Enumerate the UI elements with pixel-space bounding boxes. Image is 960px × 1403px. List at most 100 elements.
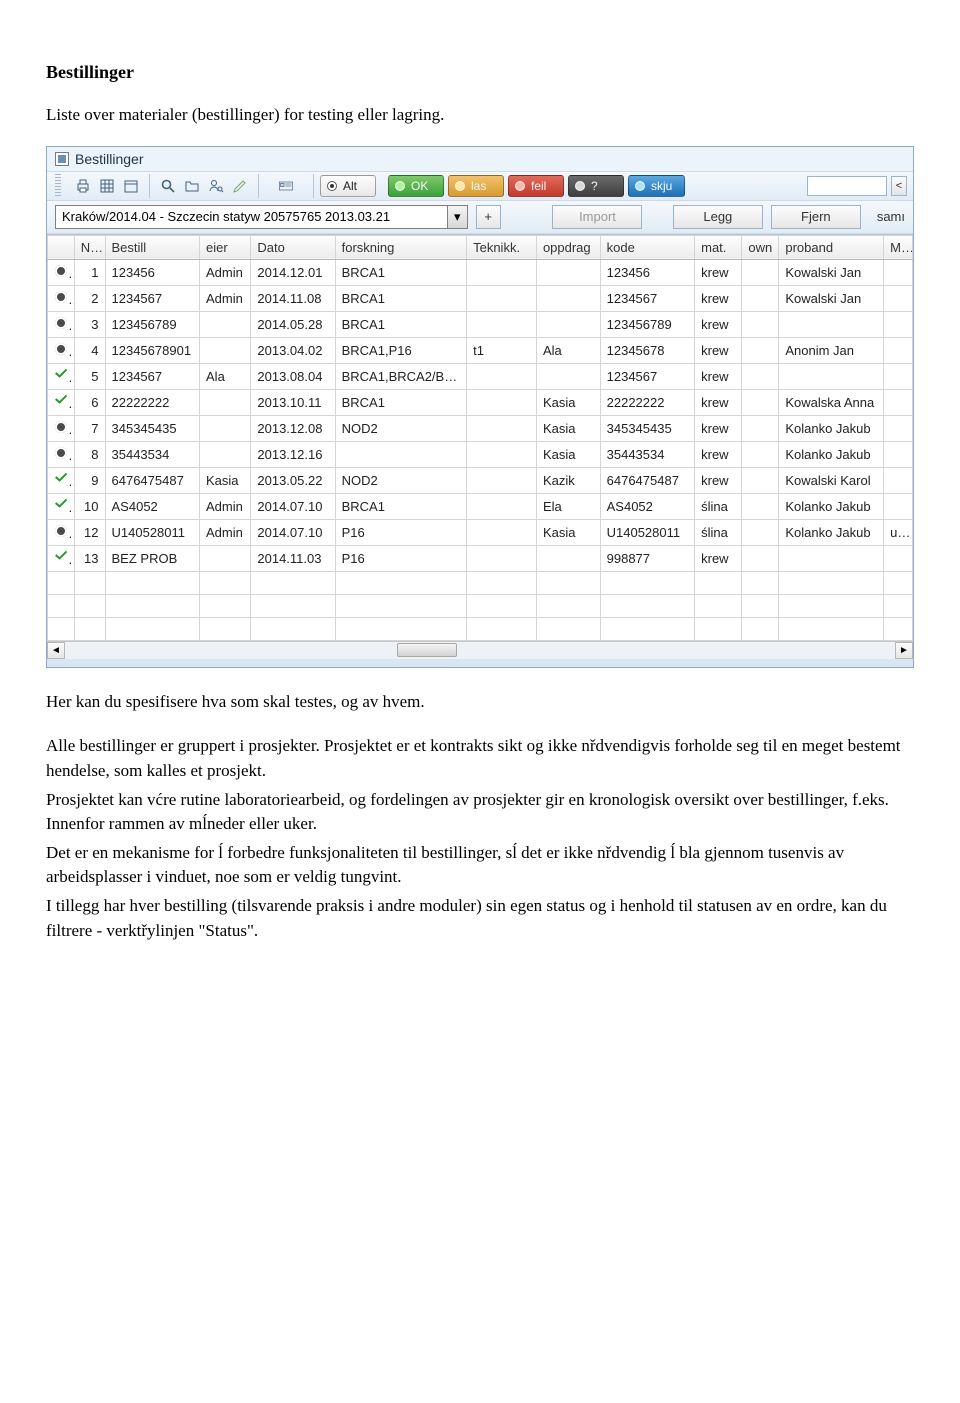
body-paragraph: I tillegg har hver bestilling (tilsvaren… xyxy=(46,894,914,943)
grid-cell xyxy=(742,467,779,493)
scroll-right-icon[interactable]: ► xyxy=(895,642,913,659)
search-icon[interactable] xyxy=(156,174,180,198)
table-row[interactable]: 21234567Admin2014.11.08BRCA11234567krewK… xyxy=(48,285,913,311)
scroll-track[interactable] xyxy=(65,642,895,659)
grid-cell xyxy=(779,545,884,571)
grid-header-cell[interactable]: No. xyxy=(74,235,105,259)
grid-header-cell[interactable]: forskning xyxy=(335,235,466,259)
grid-cell xyxy=(48,415,75,441)
horizontal-scrollbar[interactable]: ◄ ► xyxy=(47,641,913,659)
card-icon[interactable] xyxy=(265,174,307,198)
grid-cell: 123456 xyxy=(600,259,695,285)
grid-header-cell[interactable] xyxy=(48,235,75,259)
grid-cell xyxy=(48,467,75,493)
filter-feil-button[interactable]: feil xyxy=(508,175,564,197)
grid-cell: 3 xyxy=(74,311,105,337)
legg-button[interactable]: Legg xyxy=(673,205,763,229)
grid-cell xyxy=(884,493,913,519)
add-project-button[interactable]: + xyxy=(476,205,501,229)
filter-las-button[interactable]: las xyxy=(448,175,504,197)
project-select[interactable]: Kraków/2014.04 - Szczecin statyw 2057576… xyxy=(55,205,468,229)
grid-header-cell[interactable]: Me xyxy=(884,235,913,259)
grid-header-cell[interactable]: eier xyxy=(200,235,251,259)
grid-cell xyxy=(742,493,779,519)
table-row[interactable]: 8354435342013.12.16Kasia35443534krewKola… xyxy=(48,441,913,467)
grid-cell: 7 xyxy=(74,415,105,441)
grid-cell: 998877 xyxy=(600,545,695,571)
grid-cell: BRCA1 xyxy=(335,493,466,519)
grid-cell: 123456789 xyxy=(105,311,200,337)
table-row[interactable]: 10AS4052Admin2014.07.10BRCA1ElaAS4052śli… xyxy=(48,493,913,519)
grid-cell: 35443534 xyxy=(105,441,200,467)
print-icon[interactable] xyxy=(71,174,95,198)
grid-icon[interactable] xyxy=(95,174,119,198)
filter-skju-button[interactable]: skju xyxy=(628,175,685,197)
grid-cell: 10 xyxy=(74,493,105,519)
grid-cell xyxy=(48,363,75,389)
table-row[interactable]: 73453454352013.12.08NOD2Kasia345345435kr… xyxy=(48,415,913,441)
table-row[interactable]: 51234567Ala2013.08.04BRCA1,BRCA2/B2P1123… xyxy=(48,363,913,389)
filter-q-button[interactable]: ? xyxy=(568,175,624,197)
grid-cell xyxy=(742,519,779,545)
grid-header-cell[interactable]: own xyxy=(742,235,779,259)
calendar-icon[interactable] xyxy=(119,174,143,198)
folder-open-icon[interactable] xyxy=(180,174,204,198)
grid-cell: BRCA1 xyxy=(335,285,466,311)
body-paragraph: Alle bestillinger er gruppert i prosjekt… xyxy=(46,734,914,783)
table-row[interactable]: 1123456Admin2014.12.01BRCA1123456krewKow… xyxy=(48,259,913,285)
grid-cell: krew xyxy=(695,311,742,337)
grid-header-cell[interactable]: Bestill xyxy=(105,235,200,259)
grid-cell: Kasia xyxy=(536,389,600,415)
table-row[interactable]: 31234567892014.05.28BRCA1123456789krew xyxy=(48,311,913,337)
truncated-label: samı xyxy=(877,209,905,224)
status-circle-icon xyxy=(54,290,68,304)
grid-cell: Kazik xyxy=(536,467,600,493)
quick-search-prev-button[interactable]: < xyxy=(891,176,907,196)
grid-header-cell[interactable]: kode xyxy=(600,235,695,259)
grid-header-cell[interactable]: oppdrag xyxy=(536,235,600,259)
grid-header-cell[interactable]: Dato xyxy=(251,235,335,259)
grid-cell: 2014.07.10 xyxy=(251,493,335,519)
grid-header-cell[interactable]: mat. xyxy=(695,235,742,259)
grid-cell: Kolanko Jakub xyxy=(779,493,884,519)
grid-cell xyxy=(335,441,466,467)
grid-cell: BRCA1 xyxy=(335,259,466,285)
status-dot-icon xyxy=(575,181,585,191)
check-icon xyxy=(54,394,68,408)
import-button[interactable]: Import xyxy=(552,205,642,229)
table-row[interactable]: 12U140528011Admin2014.07.10P16KasiaU1405… xyxy=(48,519,913,545)
fjern-button[interactable]: Fjern xyxy=(771,205,861,229)
grid-cell xyxy=(884,285,913,311)
status-circle-icon xyxy=(54,342,68,356)
table-row[interactable]: 96476475487Kasia2013.05.22NOD2Kazik64764… xyxy=(48,467,913,493)
grid-cell xyxy=(48,311,75,337)
grid-cell: 2014.12.01 xyxy=(251,259,335,285)
grid-cell xyxy=(200,545,251,571)
grid-cell xyxy=(48,545,75,571)
grid-cell xyxy=(48,337,75,363)
scroll-thumb[interactable] xyxy=(397,643,457,657)
dropdown-arrow-icon[interactable]: ▾ xyxy=(447,206,467,228)
table-row[interactable]: 13BEZ PROB2014.11.03P16998877krew xyxy=(48,545,913,571)
toolbar-grip[interactable] xyxy=(55,174,61,198)
grid-cell xyxy=(884,415,913,441)
grid-cell: P16 xyxy=(335,519,466,545)
grid-header-cell[interactable]: proband xyxy=(779,235,884,259)
person-search-icon[interactable] xyxy=(204,174,228,198)
grid-cell: 8 xyxy=(74,441,105,467)
table-row[interactable]: 6222222222013.10.11BRCA1Kasia22222222kre… xyxy=(48,389,913,415)
filter-ok-button[interactable]: OK xyxy=(388,175,444,197)
scroll-left-icon[interactable]: ◄ xyxy=(47,642,65,659)
grid-cell xyxy=(779,363,884,389)
grid-cell xyxy=(48,389,75,415)
edit-icon[interactable] xyxy=(228,174,252,198)
table-row[interactable]: 4123456789012013.04.02BRCA1,P16t1Ala1234… xyxy=(48,337,913,363)
quick-search-input[interactable] xyxy=(807,176,887,196)
grid-cell xyxy=(884,337,913,363)
orders-grid: No.BestilleierDatoforskningTeknikk.oppdr… xyxy=(47,234,913,659)
grid-header-cell[interactable]: Teknikk. xyxy=(467,235,537,259)
grid-cell: krew xyxy=(695,363,742,389)
grid-cell: NOD2 xyxy=(335,415,466,441)
filter-all-radio[interactable]: Alt xyxy=(320,175,376,197)
app-window: Bestillinger xyxy=(46,146,914,668)
